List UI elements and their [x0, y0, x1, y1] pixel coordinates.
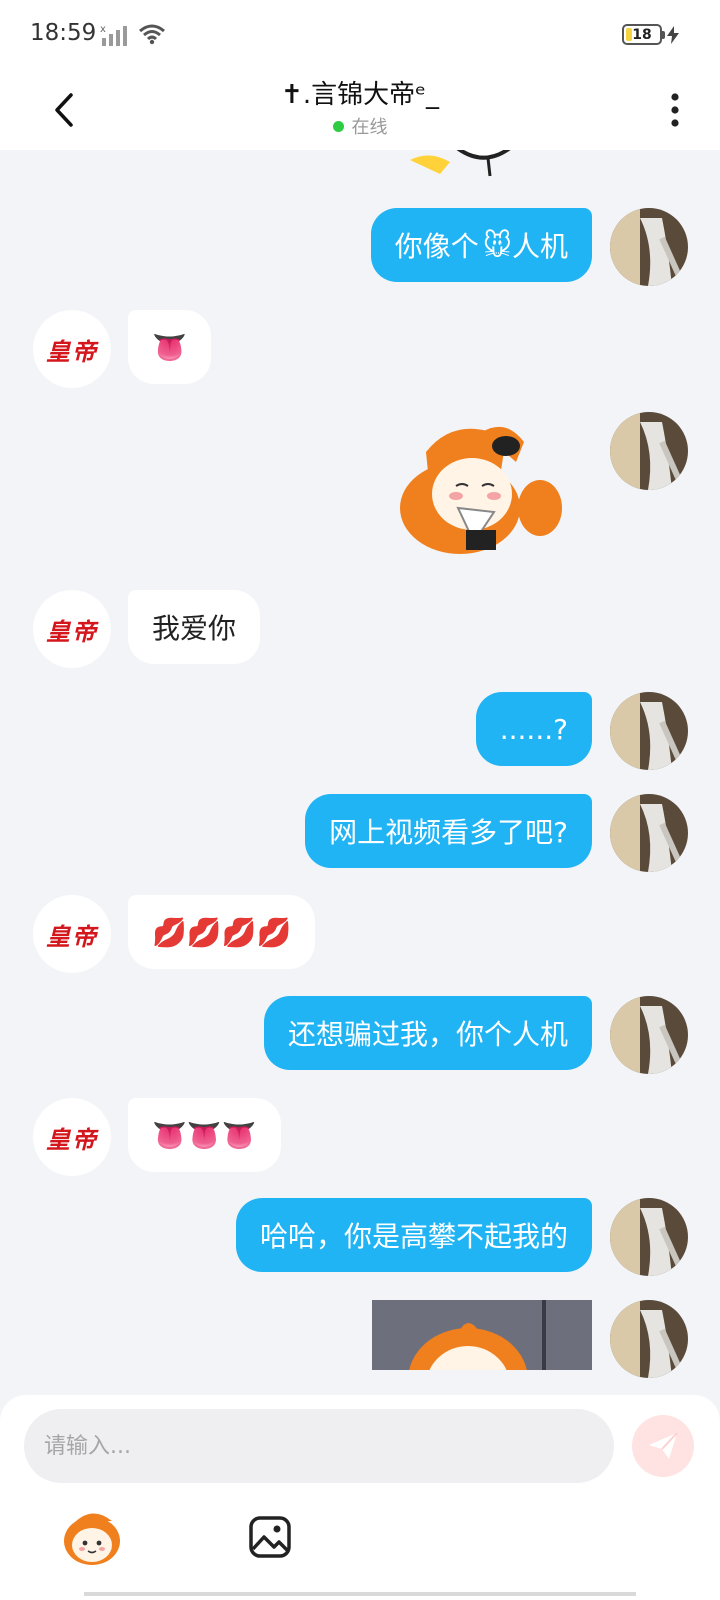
- presence-status: 在线: [0, 113, 720, 139]
- message-bubble-incoming[interactable]: 👅: [128, 310, 211, 384]
- message-bubble-outgoing[interactable]: ......?: [475, 692, 592, 766]
- send-icon: [649, 1432, 678, 1459]
- contact-avatar[interactable]: 皇帝: [33, 1098, 111, 1176]
- signal-icon: x: [100, 24, 130, 50]
- message-text: 哈哈，你是高攀不起我的: [259, 1220, 568, 1253]
- avatar-text: 皇帝: [46, 616, 98, 646]
- image-button[interactable]: [238, 1505, 302, 1569]
- message-bubble-outgoing[interactable]: 哈哈，你是高攀不起我的: [235, 1198, 592, 1272]
- avatar-text: 皇帝: [46, 921, 98, 951]
- my-avatar[interactable]: [610, 1300, 688, 1378]
- online-dot-icon: [332, 120, 344, 132]
- status-bar: 18:59 x 18: [0, 0, 720, 70]
- message-text: 你像个: [394, 230, 479, 263]
- message-text: 还想骗过我，你个人机: [287, 1018, 568, 1051]
- sticker-icon: [64, 1513, 120, 1565]
- presence-label: 在线: [351, 117, 388, 138]
- message-bubble-outgoing[interactable]: 还想骗过我，你个人机: [263, 996, 592, 1070]
- more-vert-icon: [671, 93, 679, 127]
- message-text: 网上视频看多了吧?: [329, 816, 568, 849]
- my-avatar[interactable]: [610, 412, 688, 490]
- fox-girl-sticker[interactable]: [372, 1300, 592, 1370]
- wifi-icon: [138, 23, 166, 49]
- svg-text:x: x: [100, 24, 106, 35]
- chat-title-block: ✝.言锦大帝ᵉ_ 在线: [0, 74, 720, 139]
- sticker-partial: [410, 150, 520, 184]
- my-avatar[interactable]: [610, 1198, 688, 1276]
- message-bubble-outgoing[interactable]: 你像个 🐭 人机: [370, 208, 592, 282]
- status-time: 18:59: [30, 20, 97, 46]
- tongue-emoji: 👅👅👅: [152, 1118, 257, 1152]
- message-bubble-incoming[interactable]: 💋💋💋💋: [128, 895, 316, 969]
- tongue-emoji: 👅: [152, 330, 187, 364]
- contact-avatar[interactable]: 皇帝: [33, 590, 111, 668]
- charging-bolt-icon: [667, 26, 679, 48]
- avatar-text: 皇帝: [46, 336, 98, 366]
- battery-icon: 18: [622, 24, 665, 45]
- message-bubble-outgoing[interactable]: 网上视频看多了吧?: [305, 794, 592, 868]
- message-text: ......?: [499, 712, 568, 746]
- my-avatar[interactable]: [610, 996, 688, 1074]
- message-bubble-incoming[interactable]: 👅👅👅: [128, 1098, 281, 1172]
- my-avatar[interactable]: [610, 692, 688, 770]
- message-text: 人机: [511, 230, 568, 263]
- more-options-button[interactable]: [655, 82, 695, 138]
- crying-fox-girl-sticker[interactable]: [398, 412, 563, 561]
- kiss-mark-emoji: 💋💋💋💋: [152, 915, 292, 949]
- message-input[interactable]: [24, 1409, 614, 1483]
- my-avatar[interactable]: [610, 208, 688, 286]
- battery-level: 18: [632, 26, 652, 43]
- message-text: 我爱你: [152, 612, 237, 645]
- message-list[interactable]: 你像个 🐭 人机 皇帝 👅 皇帝 我爱你 ......? 网上视频看多了吧? 皇…: [0, 150, 720, 1395]
- composer: [0, 1395, 720, 1600]
- contact-avatar[interactable]: 皇帝: [33, 895, 111, 973]
- contact-avatar[interactable]: 皇帝: [33, 310, 111, 388]
- mouse-face-icon: 🐭: [482, 228, 512, 262]
- sticker-button[interactable]: [60, 1505, 124, 1569]
- image-icon: [249, 1516, 291, 1558]
- message-bubble-incoming[interactable]: 我爱你: [128, 590, 261, 664]
- chat-title: ✝.言锦大帝ᵉ_: [281, 80, 439, 110]
- chat-header: ✝.言锦大帝ᵉ_ 在线: [0, 70, 720, 150]
- send-button[interactable]: [632, 1415, 694, 1477]
- my-avatar[interactable]: [610, 794, 688, 872]
- home-indicator: [84, 1592, 636, 1596]
- avatar-text: 皇帝: [46, 1124, 98, 1154]
